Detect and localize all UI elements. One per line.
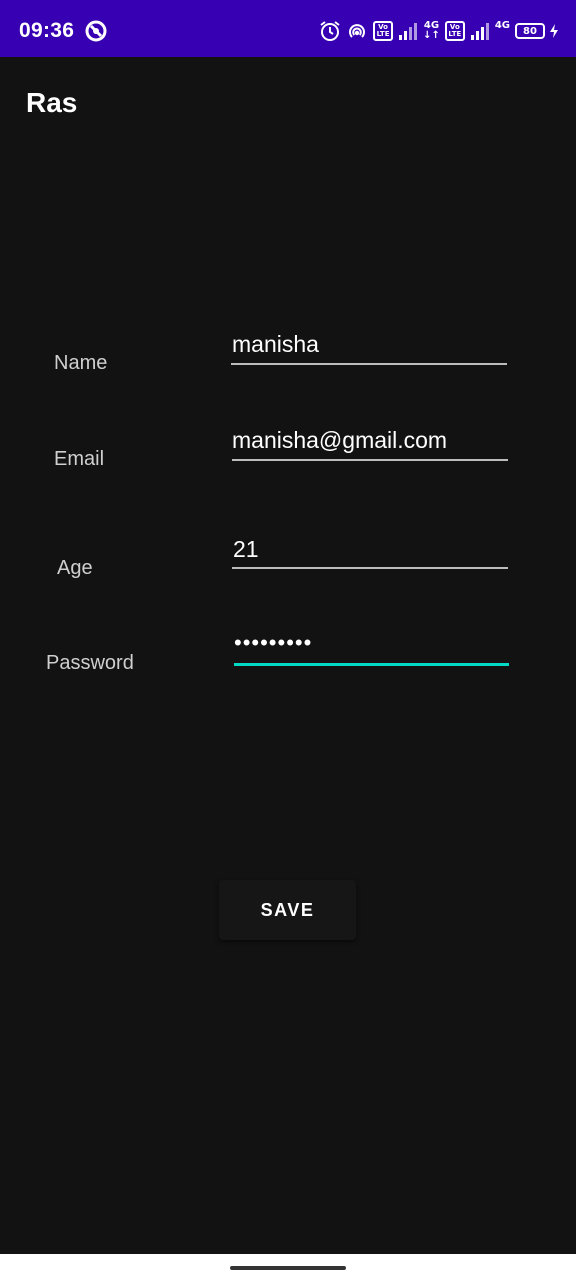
volte-icon: Vo LTE (444, 21, 465, 41)
email-input[interactable]: manisha@gmail.com (232, 427, 447, 454)
name-label: Name (54, 352, 108, 374)
alarm-icon (320, 21, 340, 41)
name-input-underline (231, 363, 507, 365)
password-label: Password (46, 652, 134, 674)
age-input-underline (232, 567, 508, 569)
battery-icon: 80 (515, 23, 545, 39)
signal-icon (470, 23, 489, 40)
password-input-underline (234, 663, 509, 666)
network-type-icon: 4G (494, 20, 510, 31)
charging-icon (550, 24, 558, 38)
status-time: 09:36 (19, 19, 75, 42)
save-button-label: SAVE (260, 899, 315, 920)
status-icons: Vo LTE 4G ↓↑ Vo LTE 4G 80 (319, 18, 558, 44)
password-input[interactable]: ••••••••• (234, 630, 312, 656)
name-input[interactable]: manisha (232, 331, 319, 358)
do-not-disturb-icon (85, 20, 107, 42)
email-input-underline (232, 459, 508, 461)
home-gesture-handle[interactable] (230, 1266, 346, 1270)
data-arrows-icon: ↓↑ (423, 30, 440, 41)
age-input[interactable]: 21 (233, 536, 259, 563)
navigation-bar (0, 1254, 576, 1280)
status-bar: 09:36 Vo LTE 4G ↓↑ Vo LTE 4G 80 (0, 0, 576, 57)
volte-icon: Vo LTE (373, 21, 394, 41)
save-button[interactable]: SAVE (219, 880, 356, 940)
hotspot-icon (349, 24, 365, 38)
network-type-icon: 4G ↓↑ (423, 20, 440, 41)
battery-level: 80 (523, 25, 537, 37)
signal-icon (399, 23, 418, 40)
app-bar: Ras (0, 57, 576, 153)
age-label: Age (57, 557, 93, 579)
app-title: Ras (26, 87, 78, 118)
email-label: Email (54, 448, 105, 470)
